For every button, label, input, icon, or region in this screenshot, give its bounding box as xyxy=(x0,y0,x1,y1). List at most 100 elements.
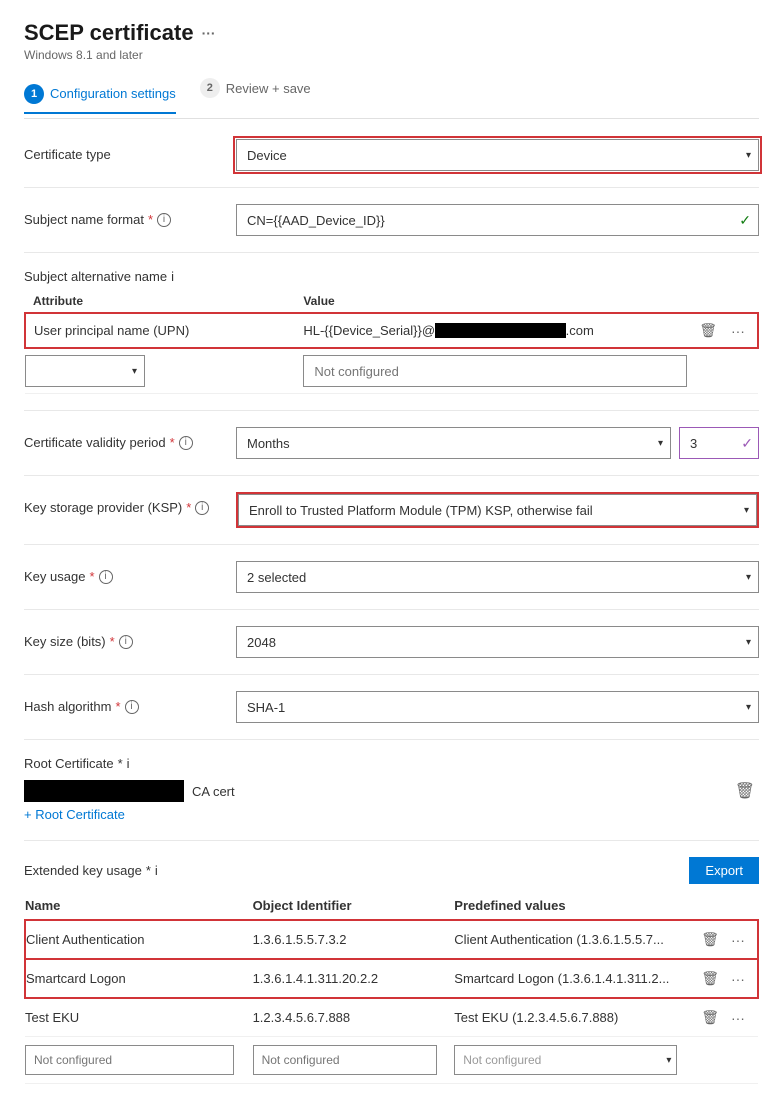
root-cert-info-icon[interactable]: i xyxy=(127,756,130,771)
certificate-validity-label: Certificate validity period * i xyxy=(24,427,224,450)
step-1-label: Configuration settings xyxy=(50,86,176,101)
eku-row1-actions: 🗑 ··· xyxy=(697,929,749,950)
info-icon[interactable]: i xyxy=(157,213,171,227)
wizard-steps: 1 Configuration settings 2 Review + save xyxy=(24,78,759,119)
step-2[interactable]: 2 Review + save xyxy=(200,78,311,106)
key-usage-label: Key usage * i xyxy=(24,561,224,584)
root-cert-delete-btn[interactable]: 🗑 xyxy=(731,779,759,803)
eku-empty-name-input[interactable] xyxy=(25,1045,234,1075)
san-row-2: ▾ xyxy=(25,348,758,394)
san-row1-actions: 🗑 ··· xyxy=(695,320,749,341)
key-size-info-icon[interactable]: i xyxy=(119,635,133,649)
eku-row1-name: Client Authentication xyxy=(25,920,253,959)
add-root-cert-btn[interactable]: + Root Certificate xyxy=(24,807,125,822)
ellipsis-menu[interactable]: ··· xyxy=(202,25,216,41)
eku-row-1: Client Authentication 1.3.6.1.5.5.7.3.2 … xyxy=(25,920,758,959)
step-1-circle: 1 xyxy=(24,84,44,104)
san-value-col: Value xyxy=(303,290,695,313)
eku-row3-name: Test EKU xyxy=(25,998,253,1037)
eku-row3-delete-btn[interactable]: 🗑 xyxy=(697,1007,723,1028)
validity-unit-select[interactable]: Months Days Years xyxy=(236,427,671,459)
check-icon: ✓ xyxy=(739,212,751,229)
validity-check-icon: ✓ xyxy=(741,435,753,452)
eku-row3-actions: 🗑 ··· xyxy=(697,1007,750,1028)
san-row1-attr: User principal name (UPN) xyxy=(34,323,189,338)
hash-info-icon[interactable]: i xyxy=(125,700,139,714)
eku-row2-delete-btn[interactable]: 🗑 xyxy=(697,968,723,989)
subject-name-format-row: Subject name format * i CN={{AAD_Device_… xyxy=(24,204,759,236)
eku-row1-oid: 1.3.6.1.5.5.7.3.2 xyxy=(253,920,455,959)
hash-algorithm-control: SHA-1 SHA-2 ▾ xyxy=(236,691,759,723)
ksp-info-icon[interactable]: i xyxy=(195,501,209,515)
certificate-validity-control: Months Days Years ▾ ✓ xyxy=(236,427,759,459)
ksp-row: Key storage provider (KSP) * i Enroll to… xyxy=(24,492,759,528)
eku-table: Name Object Identifier Predefined values… xyxy=(24,892,759,1084)
eku-row2-name: Smartcard Logon xyxy=(25,959,253,998)
key-size-select[interactable]: 2048 1024 4096 xyxy=(236,626,759,658)
eku-empty-oid-input[interactable] xyxy=(253,1045,437,1075)
export-button[interactable]: Export xyxy=(689,857,759,884)
eku-row-empty: Not configured ▾ xyxy=(25,1037,758,1084)
san-label: Subject alternative name i xyxy=(24,269,759,284)
ksp-select[interactable]: Enroll to Trusted Platform Module (TPM) … xyxy=(238,494,757,526)
eku-row1-more-btn[interactable]: ··· xyxy=(727,929,749,950)
eku-row3-pred: Test EKU (1.2.3.4.5.6.7.888) xyxy=(454,998,697,1037)
eku-row3-more-btn[interactable]: ··· xyxy=(727,1007,749,1028)
hash-algorithm-label: Hash algorithm * i xyxy=(24,691,224,714)
key-usage-info-icon[interactable]: i xyxy=(99,570,113,584)
subject-name-format-select[interactable]: CN={{AAD_Device_ID}} xyxy=(236,204,759,236)
eku-col-oid: Object Identifier xyxy=(253,892,455,920)
san-row-1: User principal name (UPN) HL-{{Device_Se… xyxy=(25,313,758,348)
ksp-select-wrapper: Enroll to Trusted Platform Module (TPM) … xyxy=(236,492,759,528)
san-row1-value: HL-{{Device_Serial}}@redacted.com xyxy=(303,323,593,338)
key-size-row: Key size (bits) * i 2048 1024 4096 ▾ xyxy=(24,626,759,658)
certificate-type-select[interactable]: Device User xyxy=(236,139,759,171)
key-size-select-wrapper: 2048 1024 4096 ▾ xyxy=(236,626,759,658)
hash-algorithm-select-wrapper: SHA-1 SHA-2 ▾ xyxy=(236,691,759,723)
key-usage-select[interactable]: 2 selected xyxy=(236,561,759,593)
eku-empty-pred-select[interactable]: Not configured xyxy=(454,1045,677,1075)
san-row2-attr-select[interactable] xyxy=(25,355,145,387)
page-subtitle: Windows 8.1 and later xyxy=(24,48,759,62)
subject-name-format-select-wrapper: CN={{AAD_Device_ID}} ✓ xyxy=(236,204,759,236)
subject-alternative-name-section: Subject alternative name i Attribute Val… xyxy=(24,269,759,394)
san-attr-col: Attribute xyxy=(25,290,303,313)
san-table: Attribute Value User principal name (UPN… xyxy=(24,290,759,394)
validity-number-wrapper: ✓ xyxy=(679,427,759,459)
eku-label: Extended key usage xyxy=(24,863,142,878)
page-title: SCEP certificate xyxy=(24,20,194,46)
step-1[interactable]: 1 Configuration settings xyxy=(24,84,176,114)
key-size-label: Key size (bits) * i xyxy=(24,626,224,649)
certificate-type-select-wrapper: Device User ▾ xyxy=(236,139,759,171)
key-usage-control: 2 selected ▾ xyxy=(236,561,759,593)
eku-row-3: Test EKU 1.2.3.4.5.6.7.888 Test EKU (1.2… xyxy=(25,998,758,1037)
eku-row2-more-btn[interactable]: ··· xyxy=(727,968,749,989)
san-row1-delete-btn[interactable]: 🗑 xyxy=(695,320,721,341)
key-usage-select-wrapper: 2 selected ▾ xyxy=(236,561,759,593)
required-star: * xyxy=(148,212,153,227)
san-row1-more-btn[interactable]: ··· xyxy=(727,321,749,341)
eku-row2-pred: Smartcard Logon (1.3.6.1.4.1.311.2... xyxy=(454,959,697,998)
root-cert-name: CA cert xyxy=(192,784,235,799)
eku-row2-oid: 1.3.6.1.4.1.311.20.2.2 xyxy=(253,959,455,998)
eku-col-name: Name xyxy=(25,892,253,920)
eku-row2-actions: 🗑 ··· xyxy=(697,968,749,989)
validity-info-icon[interactable]: i xyxy=(179,436,193,450)
hash-algorithm-row: Hash algorithm * i SHA-1 SHA-2 ▾ xyxy=(24,691,759,723)
eku-header: Extended key usage * i Export xyxy=(24,857,759,884)
hash-algorithm-select[interactable]: SHA-1 SHA-2 xyxy=(236,691,759,723)
eku-row1-delete-btn[interactable]: 🗑 xyxy=(697,929,723,950)
san-row2-value-input[interactable] xyxy=(303,355,687,387)
root-certificate-section: Root Certificate * i CA cert 🗑 + Root Ce… xyxy=(24,756,759,822)
eku-col-pred: Predefined values xyxy=(454,892,697,920)
eku-info-icon[interactable]: i xyxy=(155,863,158,878)
key-usage-row: Key usage * i 2 selected ▾ xyxy=(24,561,759,593)
step-2-label: Review + save xyxy=(226,81,311,96)
root-cert-label: Root Certificate xyxy=(24,756,114,771)
san-info-icon[interactable]: i xyxy=(171,269,174,284)
certificate-validity-row: Certificate validity period * i Months D… xyxy=(24,427,759,459)
subject-name-format-control: CN={{AAD_Device_ID}} ✓ xyxy=(236,204,759,236)
certificate-type-label: Certificate type xyxy=(24,139,224,162)
ksp-label: Key storage provider (KSP) * i xyxy=(24,492,224,515)
certificate-type-row: Certificate type Device User ▾ xyxy=(24,139,759,171)
